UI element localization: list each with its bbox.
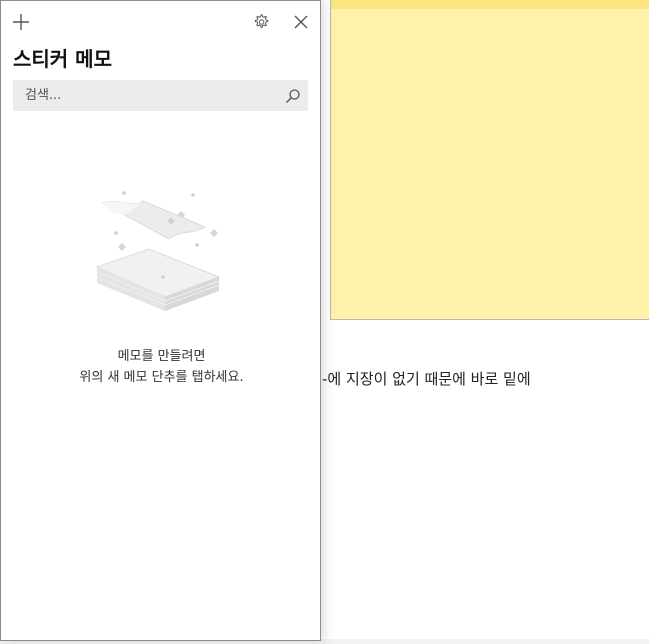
search-button[interactable]	[278, 81, 308, 111]
close-button[interactable]	[289, 10, 313, 34]
search-box[interactable]	[13, 80, 308, 111]
search-input[interactable]	[13, 80, 278, 111]
sticky-note-header[interactable]	[331, 0, 649, 9]
settings-button[interactable]	[249, 10, 273, 34]
empty-message-line2: 위의 새 메모 단추를 탭하세요.	[79, 370, 244, 385]
panel-title: 스티커 메모	[13, 47, 112, 71]
close-icon	[294, 15, 308, 29]
add-note-button[interactable]	[9, 10, 33, 34]
plus-icon	[13, 14, 29, 30]
sticky-notes-panel: 스티커 메모 메모를 만들려면 위의 새 메모 단추를 탭하세요.	[0, 0, 321, 641]
empty-notes-illustration	[95, 191, 221, 311]
gear-icon	[254, 14, 269, 28]
sticky-note[interactable]	[330, 0, 649, 320]
empty-message-line1: 메모를 만들려면	[117, 349, 206, 364]
background-document-text: -에 지장이 없기 때문에 바로 밑에	[322, 370, 531, 388]
search-icon	[286, 88, 300, 103]
